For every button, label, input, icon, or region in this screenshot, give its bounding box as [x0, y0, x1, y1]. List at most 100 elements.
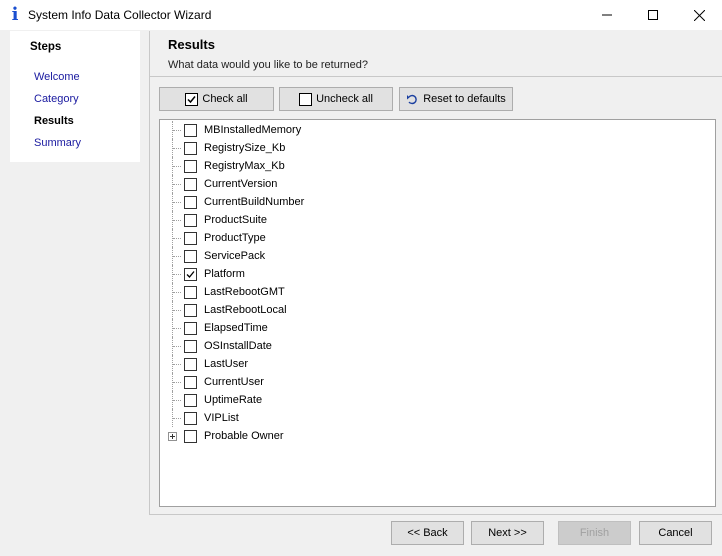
tree-line: [173, 310, 181, 311]
tree-item-label: MBInstalledMemory: [204, 124, 302, 136]
tree-line: [173, 328, 181, 329]
checkmark-icon: [186, 271, 195, 278]
minimize-button[interactable]: [584, 0, 630, 30]
page-header: Results What data would you like to be r…: [150, 31, 722, 76]
checkbox[interactable]: [184, 322, 197, 335]
checkbox-checked[interactable]: [184, 268, 197, 281]
tree-item[interactable]: LastUser: [160, 355, 715, 373]
step-welcome[interactable]: Welcome: [34, 71, 80, 83]
maximize-icon: [648, 10, 658, 20]
close-button[interactable]: [676, 0, 722, 30]
checkbox[interactable]: [184, 358, 197, 371]
tree-item-label: Platform: [204, 268, 245, 280]
checkbox[interactable]: [184, 196, 197, 209]
title-bar: i System Info Data Collector Wizard: [0, 0, 722, 30]
checkbox[interactable]: [184, 214, 197, 227]
tree-item[interactable]: ElapsedTime: [160, 319, 715, 337]
tree-line: [173, 256, 181, 257]
tree-item-label: LastRebootLocal: [204, 304, 287, 316]
tree-line: [173, 418, 181, 419]
tree-item[interactable]: LastRebootGMT: [160, 283, 715, 301]
checkbox[interactable]: [184, 304, 197, 317]
results-tree[interactable]: MBInstalledMemory RegistrySize_Kb Registry…: [159, 119, 716, 507]
info-icon: i: [11, 4, 19, 25]
tree-item-label: ServicePack: [204, 250, 266, 262]
tree-item[interactable]: ProductType: [160, 229, 715, 247]
tree-item[interactable]: Probable Owner: [160, 427, 715, 445]
tree-item[interactable]: OSInstallDate: [160, 337, 715, 355]
tree-item-label: RegistryMax_Kb: [204, 160, 285, 172]
back-button[interactable]: << Back: [391, 521, 464, 545]
uncheck-all-button[interactable]: Uncheck all: [279, 87, 393, 111]
step-summary[interactable]: Summary: [34, 137, 81, 149]
checkbox[interactable]: [184, 430, 197, 443]
tree-line: [173, 346, 181, 347]
tree-item-label: ProductType: [204, 232, 266, 244]
tree-item[interactable]: RegistrySize_Kb: [160, 139, 715, 157]
checkbox[interactable]: [184, 124, 197, 137]
tree-line: [173, 238, 181, 239]
expand-icon[interactable]: [168, 432, 177, 441]
step-category[interactable]: Category: [34, 93, 79, 105]
tree-item-label: CurrentVersion: [204, 178, 278, 190]
tree-item[interactable]: ServicePack: [160, 247, 715, 265]
tree-item[interactable]: LastRebootLocal: [160, 301, 715, 319]
tree-line: [173, 292, 181, 293]
window-title: System Info Data Collector Wizard: [28, 8, 212, 22]
divider: [150, 76, 722, 77]
tree-item[interactable]: CurrentBuildNumber: [160, 193, 715, 211]
checkbox-checked-icon: [185, 92, 199, 106]
next-button[interactable]: Next >>: [471, 521, 544, 545]
checkbox[interactable]: [184, 142, 197, 155]
uncheck-all-label: Uncheck all: [316, 93, 373, 105]
page-subtitle: What data would you like to be returned?: [168, 59, 368, 71]
tree-item[interactable]: CurrentUser: [160, 373, 715, 391]
steps-title: Steps: [30, 41, 62, 53]
checkbox[interactable]: [184, 376, 197, 389]
checkbox[interactable]: [184, 178, 197, 191]
tree-item[interactable]: VIPList: [160, 409, 715, 427]
tree-line: [173, 148, 181, 149]
finish-button: Finish: [558, 521, 631, 545]
step-results: Results: [34, 115, 74, 127]
checkbox[interactable]: [184, 286, 197, 299]
checkbox[interactable]: [184, 232, 197, 245]
tree-line: [173, 166, 181, 167]
divider: [150, 514, 722, 515]
tree-line: [173, 274, 181, 275]
tree-item-label: LastRebootGMT: [204, 286, 285, 298]
tree-item[interactable]: UptimeRate: [160, 391, 715, 409]
tree-item[interactable]: RegistryMax_Kb: [160, 157, 715, 175]
undo-icon: [407, 94, 418, 104]
minimize-icon: [602, 14, 612, 16]
tree-item-label: Probable Owner: [204, 430, 284, 442]
tree-line: [173, 220, 181, 221]
tree-line: [173, 202, 181, 203]
tree-item[interactable]: ProductSuite: [160, 211, 715, 229]
page-title: Results: [168, 37, 215, 52]
checkbox[interactable]: [184, 412, 197, 425]
tree-item-label: UptimeRate: [204, 394, 263, 406]
tree-item[interactable]: MBInstalledMemory: [160, 121, 715, 139]
tree-line: [173, 382, 181, 383]
tree-item-label: RegistrySize_Kb: [204, 142, 286, 154]
cancel-button[interactable]: Cancel: [639, 521, 712, 545]
check-all-label: Check all: [202, 93, 248, 105]
reset-defaults-button[interactable]: Reset to defaults: [399, 87, 513, 111]
checkbox[interactable]: [184, 340, 197, 353]
divider: [149, 31, 150, 515]
tree-line: [173, 184, 181, 185]
tree-line: [173, 364, 181, 365]
checkbox[interactable]: [184, 160, 197, 173]
reset-defaults-label: Reset to defaults: [423, 93, 506, 105]
tree-item[interactable]: Platform: [160, 265, 715, 283]
checkbox[interactable]: [184, 250, 197, 263]
maximize-button[interactable]: [630, 0, 676, 30]
tree-item-label: VIPList: [204, 412, 239, 424]
tree-item[interactable]: CurrentVersion: [160, 175, 715, 193]
tree-item-label: ProductSuite: [204, 214, 267, 226]
check-all-button[interactable]: Check all: [159, 87, 274, 111]
close-icon: [693, 9, 705, 21]
tree-line: [173, 400, 181, 401]
checkbox[interactable]: [184, 394, 197, 407]
